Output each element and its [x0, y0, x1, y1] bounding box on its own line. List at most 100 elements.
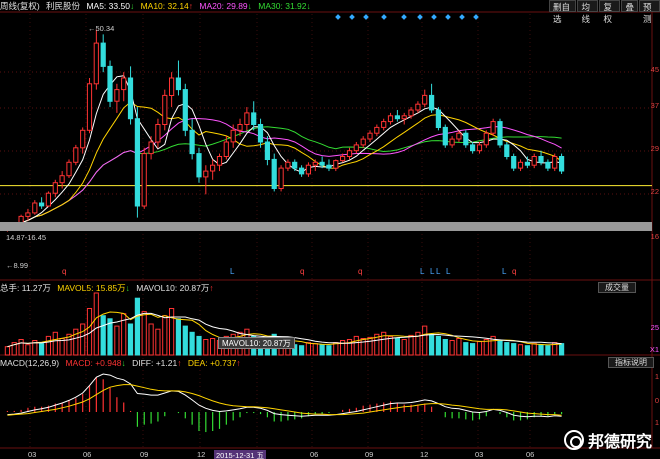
event-diamond-icon	[335, 14, 341, 20]
diff-value: DIFF: +1.21↑	[132, 358, 182, 368]
candle-up	[305, 164, 311, 175]
candle-down	[442, 126, 448, 146]
high-price-label: ←50.34	[88, 24, 115, 33]
candle-down	[292, 161, 298, 169]
volume-bar-up	[449, 340, 455, 356]
candle-up	[278, 167, 284, 190]
scroll-bar[interactable]	[0, 222, 652, 231]
volume-bar-down	[435, 335, 441, 356]
range-label: 14.87-16.45	[6, 233, 47, 242]
candle-down	[326, 164, 332, 169]
volume-tab[interactable]: 成交量	[598, 282, 636, 293]
candle-down	[251, 112, 257, 126]
volume-bar-up	[456, 338, 462, 356]
candle-down	[100, 42, 106, 67]
candle-down	[107, 65, 113, 102]
candle-up	[422, 94, 428, 105]
ma5-indicator: MA5: 33.50↓	[86, 1, 135, 11]
chart-toolbar: 删自选 均线 复权 叠 预测	[549, 0, 660, 24]
candle-up	[449, 138, 455, 146]
marker-l-4: L	[436, 267, 441, 276]
candle-up	[333, 160, 339, 169]
candle-up	[114, 89, 120, 102]
macd-axis-label-zero: 0	[654, 396, 659, 405]
candle-up	[162, 94, 168, 126]
candle-up	[285, 161, 291, 169]
candle-up	[415, 103, 421, 111]
volume-bar-up	[422, 325, 428, 356]
volume-bar-up	[360, 338, 366, 356]
x-label-crosshair-date: 2015-12-31 五	[214, 450, 266, 459]
event-diamond-icon	[349, 14, 355, 20]
candle-up	[340, 156, 346, 162]
candle-down	[182, 89, 188, 131]
overlay-button[interactable]: 叠	[621, 0, 638, 12]
volume-bar-down	[134, 297, 141, 356]
candle-down	[319, 161, 325, 166]
indicator-help-tab[interactable]: 指标说明	[608, 357, 654, 368]
total-volume: 总手: 11.27万	[0, 283, 51, 293]
candle-up	[244, 112, 250, 126]
macd-panel-header: MACD(12,26,9) MACD: +0.948↓ DIFF: +1.21↑…	[0, 357, 245, 369]
candle-up	[66, 161, 72, 177]
volume-bar-down	[299, 345, 305, 356]
marker-l-5: L	[446, 267, 451, 276]
period-title[interactable]: 周线(复权)	[0, 1, 40, 11]
volume-bar-up	[148, 323, 154, 356]
candle-up	[59, 175, 65, 184]
forecast-button[interactable]: 预测	[639, 0, 660, 24]
volume-bar-down	[100, 315, 106, 356]
candle-down	[559, 156, 565, 172]
volume-bar-up	[18, 339, 24, 356]
candle-up	[32, 202, 38, 214]
volume-bar-up	[531, 343, 537, 356]
watermark-text: 邦德研究	[587, 434, 652, 451]
volume-bar-up	[408, 334, 414, 356]
candle-up	[408, 109, 414, 117]
price-axis-label-37: 37	[650, 101, 659, 110]
candle-down	[511, 156, 517, 169]
candle-up	[141, 153, 147, 207]
remove-watchlist-button[interactable]: 删自选	[549, 0, 577, 24]
volume-bar-up	[141, 311, 147, 356]
volume-bar-up	[333, 342, 339, 356]
candle-up	[223, 141, 229, 157]
moving-average-button[interactable]: 均线	[577, 0, 599, 24]
candle-up	[148, 141, 154, 155]
volume-bar-down	[559, 343, 565, 356]
candle-down	[497, 121, 503, 146]
event-diamond-icon	[459, 14, 465, 20]
candle-up	[552, 156, 558, 169]
mavol10-indicator: MAVOL10: 20.87万↑	[136, 283, 214, 293]
price-axis-label-22: 22	[650, 187, 659, 196]
x-label-2: 09	[140, 450, 149, 459]
volume-bar-up	[80, 323, 86, 356]
volume-bar-up	[155, 328, 161, 356]
volume-bar-down	[524, 345, 530, 356]
price-panel-header: 周线(复权) 利民股份 MA5: 33.50↓ MA10: 32.14↑ MA2…	[0, 0, 315, 12]
candle-down	[504, 144, 510, 157]
volume-bar-up	[162, 315, 168, 356]
x-label-5: 06	[310, 450, 319, 459]
candle-up	[490, 121, 496, 134]
adjust-price-button[interactable]: 复权	[599, 0, 621, 24]
volume-bar-down	[326, 345, 332, 356]
macd-value: MACD: +0.948↓	[65, 358, 126, 368]
candle-up	[155, 124, 161, 143]
x-label-6: 09	[365, 450, 374, 459]
candle-up	[353, 144, 359, 152]
volume-bar-up	[367, 336, 373, 356]
volume-bar-up	[387, 335, 394, 356]
marker-q-4: q	[512, 267, 517, 276]
volume-bar-up	[93, 292, 99, 356]
volume-bar-down	[429, 333, 435, 356]
x-label-8: 03	[475, 450, 484, 459]
dea-value: DEA: +0.737↑	[187, 358, 241, 368]
volume-bar-up	[305, 342, 311, 356]
candle-up	[517, 161, 524, 169]
volume-bar-down	[463, 342, 469, 356]
candle-up	[531, 156, 537, 166]
volume-bar-down	[511, 343, 517, 356]
candle-up	[387, 115, 394, 123]
candle-up	[456, 132, 462, 140]
